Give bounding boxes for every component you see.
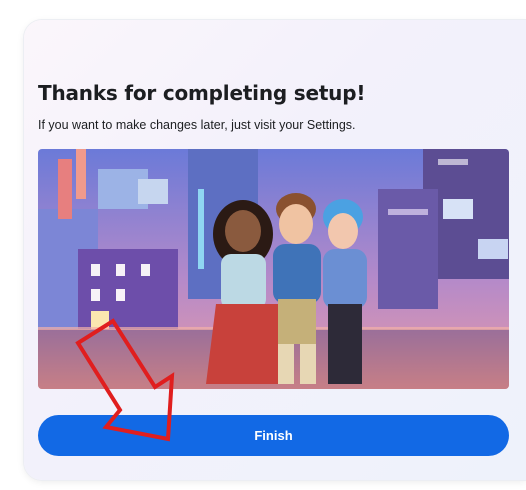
dialog-title: Thanks for completing setup!	[38, 81, 366, 105]
dialog-subtitle: If you want to make changes later, just …	[38, 118, 356, 132]
finish-button[interactable]: Finish	[38, 415, 509, 456]
avatars-illustration	[38, 149, 509, 389]
